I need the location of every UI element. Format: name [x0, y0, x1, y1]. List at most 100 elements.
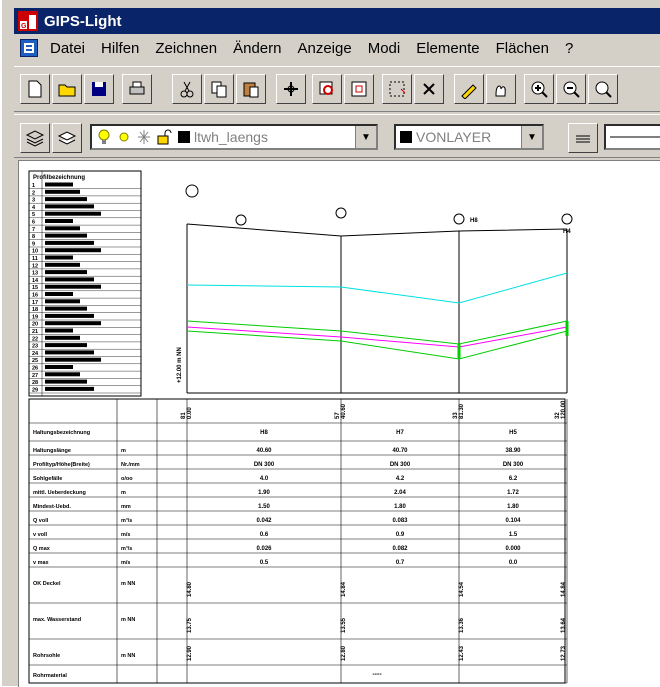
- title-bar[interactable]: G GIPS-Light: [14, 8, 660, 34]
- legend-row-number: 7: [32, 227, 35, 233]
- legend-row-text: [45, 328, 73, 333]
- legend-row-number: 3: [32, 198, 35, 204]
- table-row-label: v voll: [33, 532, 48, 538]
- chevron-down-icon[interactable]: ▼: [355, 126, 376, 148]
- table-cell: 0.000: [505, 546, 521, 552]
- color-swatch: [400, 131, 412, 143]
- table-cell: 1.90: [258, 490, 270, 496]
- data-table: Haltungsbezeichnung Haltungslänge m Profilt…: [28, 398, 568, 684]
- table-row-unit: m: [121, 448, 126, 454]
- table-cell: H7: [396, 430, 404, 436]
- legend-row-text: [45, 372, 80, 377]
- table-cell: 1.5: [509, 532, 518, 538]
- print-icon[interactable]: [122, 74, 152, 104]
- save-icon[interactable]: [84, 74, 114, 104]
- color-select[interactable]: VONLAYER ▼: [394, 124, 544, 150]
- sun-icon[interactable]: [116, 128, 132, 146]
- rohrsohle-value: 12.90: [187, 645, 193, 661]
- menu-datei[interactable]: Datei: [42, 40, 93, 57]
- menu-flaechen[interactable]: Flächen: [488, 40, 557, 57]
- legend-row-number: 25: [32, 358, 38, 364]
- legend-row-text: [45, 211, 101, 216]
- menu-help[interactable]: ?: [557, 40, 581, 57]
- legend-row-text: [45, 248, 101, 253]
- station-label: 0.00: [187, 407, 193, 419]
- ok-deckel-value: 14.54: [459, 581, 465, 597]
- legend-row-number: 14: [32, 278, 39, 284]
- select-icon[interactable]: [382, 74, 412, 104]
- legend-row-number: 6: [32, 220, 35, 226]
- table-row-label: v max: [33, 560, 50, 566]
- layer-manager-icon[interactable]: [20, 123, 50, 153]
- legend-row-number: 9: [32, 241, 35, 247]
- legend-box: Profilbezeichnung 1234567891011121314151…: [28, 170, 142, 397]
- copy-icon[interactable]: [204, 74, 234, 104]
- table-row-label: mittl. Ueberdeckung: [33, 490, 86, 496]
- standard-toolbar: [14, 66, 660, 112]
- rohrsohle-value: 12.43: [459, 645, 465, 661]
- lock-icon[interactable]: [156, 128, 172, 146]
- rohrmaterial-value: ----: [372, 671, 382, 678]
- legend-row-text: [45, 182, 73, 187]
- legend-row-text: [45, 284, 101, 289]
- layer-name: ltwh_laengs: [194, 129, 268, 145]
- legend-row-number: 29: [32, 387, 38, 393]
- menu-hilfen[interactable]: Hilfen: [93, 40, 147, 57]
- table-cell: 40.70: [392, 448, 408, 454]
- layer-stack-icon[interactable]: [52, 123, 82, 153]
- profile-view: H8 H4 +12.00 m NN: [177, 184, 573, 394]
- menu-modi[interactable]: Modi: [360, 40, 409, 57]
- table-cell: 4.2: [396, 476, 405, 482]
- menu-elemente[interactable]: Elemente: [408, 40, 487, 57]
- legend-row-number: 18: [32, 307, 38, 313]
- legend-row-number: 26: [32, 366, 38, 372]
- legend-row-text: [45, 292, 73, 296]
- document-icon[interactable]: [20, 39, 38, 57]
- legend-row-text: [45, 343, 87, 348]
- menu-anzeige[interactable]: Anzeige: [289, 40, 359, 57]
- zoom-all-icon[interactable]: [588, 74, 618, 104]
- legend-row-number: 10: [32, 249, 38, 255]
- table-cell: 0.083: [392, 518, 408, 524]
- legend-row-text: [45, 240, 94, 245]
- table-cell: 0.7: [396, 560, 405, 566]
- legend-row-text: [45, 204, 94, 209]
- lightbulb-icon[interactable]: [96, 128, 112, 146]
- new-file-icon[interactable]: [20, 74, 50, 104]
- table-cell: 0.9: [396, 532, 405, 538]
- paste-icon[interactable]: [236, 74, 266, 104]
- grid-icon[interactable]: [344, 74, 374, 104]
- chevron-down-icon[interactable]: ▼: [521, 126, 542, 148]
- window-title: GIPS-Light: [44, 12, 122, 30]
- layer-select[interactable]: ltwh_laengs ▼: [90, 124, 378, 150]
- elevation-label: +12.00 m NN: [177, 347, 183, 383]
- draw-icon[interactable]: [454, 74, 484, 104]
- legend-row-text: [45, 350, 94, 355]
- zoom-out-icon[interactable]: [556, 74, 586, 104]
- delete-icon[interactable]: [414, 74, 444, 104]
- table-row-unit: m³/s: [121, 517, 132, 524]
- freeze-icon[interactable]: [136, 128, 152, 146]
- zoom-in-icon[interactable]: [524, 74, 554, 104]
- menu-aendern[interactable]: Ändern: [225, 40, 289, 57]
- max-wasserstand-value: 13.55: [341, 617, 347, 633]
- linetype-icon[interactable]: [568, 123, 598, 153]
- legend-row-number: 1: [32, 183, 35, 189]
- snap-icon[interactable]: [276, 74, 306, 104]
- legend-row-text: [45, 386, 94, 391]
- legend-row-number: 8: [32, 234, 35, 240]
- rohrsohle-value: 12.73: [561, 645, 567, 661]
- menu-zeichnen[interactable]: Zeichnen: [147, 40, 225, 57]
- linetype-select[interactable]: [604, 124, 660, 150]
- cut-icon[interactable]: [172, 74, 202, 104]
- open-folder-icon[interactable]: [52, 74, 82, 104]
- table-row-unit: m: [121, 490, 126, 496]
- legend-row-text: [45, 255, 73, 260]
- zoom-window-icon[interactable]: [312, 74, 342, 104]
- drawing-canvas[interactable]: Profilbezeichnung 1 2 3 4 5 6 7 8 9 10 11 12 13 14 15 1…: [18, 160, 660, 687]
- legend-row-text: [45, 270, 87, 275]
- table-row-label: max. Wasserstand: [33, 617, 81, 623]
- pan-icon[interactable]: [486, 74, 516, 104]
- legend-row-text: [45, 357, 101, 362]
- legend-row-text: [45, 277, 94, 282]
